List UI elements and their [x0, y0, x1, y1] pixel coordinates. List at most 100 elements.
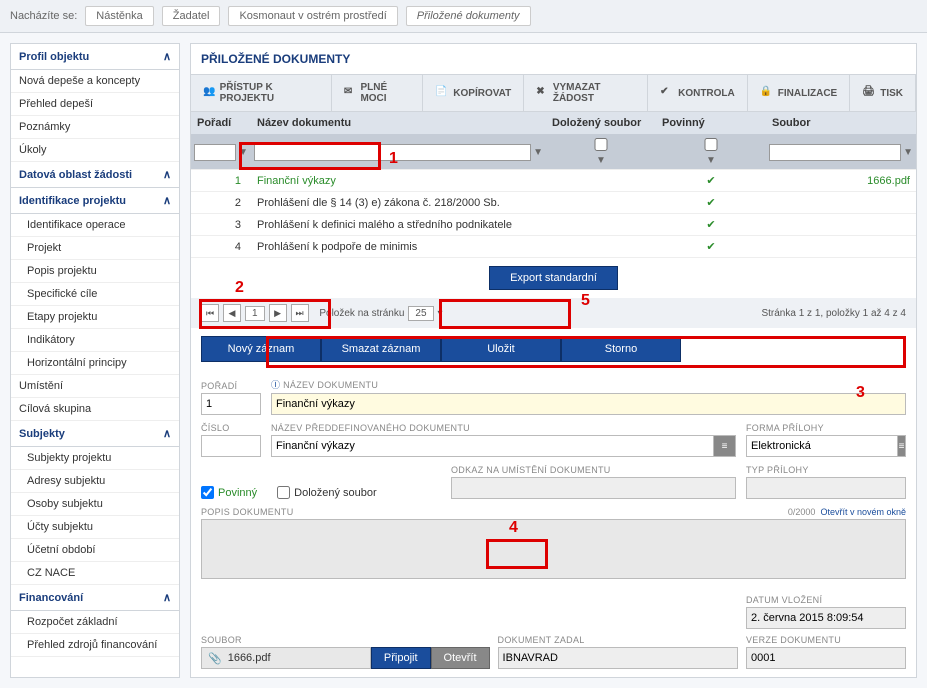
- pager-size[interactable]: 25: [408, 306, 433, 321]
- funnel-icon[interactable]: ▼: [903, 147, 913, 158]
- col-attached[interactable]: Doložený soubor: [546, 112, 656, 135]
- check-icon: ✔: [660, 86, 674, 100]
- breadcrumb-item[interactable]: Nástěnka: [85, 6, 153, 26]
- chevron-up-icon: ∧: [163, 168, 171, 181]
- pager-page: 1: [245, 306, 265, 321]
- sidebar-item[interactable]: Účty subjektu: [11, 516, 179, 539]
- label-typ: TYP PŘÍLOHY: [746, 465, 906, 475]
- sidebar-item[interactable]: Účetní období: [11, 539, 179, 562]
- input-cislo[interactable]: [201, 435, 261, 457]
- chk-povinny: Povinný: [201, 486, 257, 499]
- input-typ[interactable]: [746, 477, 906, 499]
- label-cislo: ČÍSLO: [201, 423, 261, 433]
- funnel-icon[interactable]: ▼: [533, 147, 543, 158]
- sidebar-group[interactable]: Profil objektu∧: [11, 44, 179, 70]
- pager-next[interactable]: ▶: [269, 304, 287, 322]
- pager-first[interactable]: ⏮: [201, 304, 219, 322]
- filter-file[interactable]: [769, 144, 901, 161]
- popis-open[interactable]: Otevřít v novém okně: [820, 507, 906, 517]
- pager-info: Stránka 1 z 1, položky 1 až 4 z 4: [761, 308, 906, 319]
- label-nazev: NÁZEV DOKUMENTU: [271, 378, 906, 391]
- input-poradi[interactable]: [201, 393, 261, 415]
- filter-attached[interactable]: [549, 138, 653, 151]
- sidebar-item[interactable]: Nová depeše a koncepty: [11, 70, 179, 93]
- save-button[interactable]: Uložit: [441, 336, 561, 362]
- sidebar-item[interactable]: Poznámky: [11, 116, 179, 139]
- delete-button[interactable]: Smazat záznam: [321, 336, 441, 362]
- col-required[interactable]: Povinný: [656, 112, 766, 135]
- sidebar-item[interactable]: Identifikace operace: [11, 214, 179, 237]
- input-nazev[interactable]: [271, 393, 906, 415]
- annotation-4: 4: [509, 519, 518, 537]
- popis-count: 0/2000: [788, 507, 816, 517]
- col-file[interactable]: Soubor: [766, 112, 916, 135]
- sidebar-item[interactable]: Osoby subjektu: [11, 493, 179, 516]
- cancel-button[interactable]: Storno: [561, 336, 681, 362]
- toolbar-delete[interactable]: ✖VYMAZAT ŽÁDOST: [524, 75, 648, 111]
- breadcrumb-item[interactable]: Kosmonaut v ostrém prostředí: [228, 6, 397, 26]
- col-name[interactable]: Název dokumentu: [251, 112, 546, 135]
- panel-title: PŘILOŽENÉ DOKUMENTY: [191, 44, 916, 75]
- col-order[interactable]: Pořadí: [191, 112, 251, 135]
- input-popis[interactable]: [201, 519, 906, 579]
- pager-last[interactable]: ⏭: [291, 304, 309, 322]
- sidebar-item[interactable]: Etapy projektu: [11, 306, 179, 329]
- sidebar-item[interactable]: Specifické cíle: [11, 283, 179, 306]
- people-icon: 👥: [203, 86, 216, 100]
- breadcrumb-item[interactable]: Přiložené dokumenty: [406, 6, 531, 26]
- toolbar: 👥PŘÍSTUP K PROJEKTU ✉PLNÉ MOCI 📄KOPÍROVA…: [191, 75, 916, 112]
- sidebar-item[interactable]: Popis projektu: [11, 260, 179, 283]
- table-row[interactable]: 1Finanční výkazy✔1666.pdf: [191, 170, 916, 192]
- new-button[interactable]: Nový záznam: [201, 336, 321, 362]
- sidebar-item[interactable]: Subjekty projektu: [11, 447, 179, 470]
- toolbar-copy[interactable]: 📄KOPÍROVAT: [423, 75, 524, 111]
- breadcrumb-item[interactable]: Žadatel: [162, 6, 221, 26]
- label-verze: VERZE DOKUMENTU: [746, 635, 906, 645]
- funnel-icon[interactable]: ▼: [706, 155, 716, 166]
- filter-order[interactable]: [194, 144, 236, 161]
- sidebar-item[interactable]: Horizontální principy: [11, 352, 179, 375]
- sidebar-group[interactable]: Identifikace projektu∧: [11, 188, 179, 214]
- label-datum: DATUM VLOŽENÍ: [746, 595, 906, 605]
- chk-dolozeny: Doložený soubor: [277, 486, 377, 499]
- sidebar-item[interactable]: Adresy subjektu: [11, 470, 179, 493]
- toolbar-access[interactable]: 👥PŘÍSTUP K PROJEKTU: [191, 75, 332, 111]
- funnel-icon[interactable]: ▼: [596, 155, 606, 166]
- toolbar-poa[interactable]: ✉PLNÉ MOCI: [332, 75, 423, 111]
- sidebar-group[interactable]: Financování∧: [11, 585, 179, 611]
- picker-forma[interactable]: ≡: [898, 435, 906, 457]
- open-file-button[interactable]: Otevřít: [431, 647, 490, 669]
- sidebar-item[interactable]: Cílová skupina: [11, 398, 179, 421]
- sidebar-item[interactable]: Přehled zdrojů financování: [11, 634, 179, 657]
- attach-button[interactable]: Připojit: [371, 647, 431, 669]
- annotation-3: 3: [856, 384, 865, 402]
- label-poradi: POŘADÍ: [201, 381, 261, 391]
- input-preddef[interactable]: [271, 435, 714, 457]
- sidebar-item[interactable]: Indikátory: [11, 329, 179, 352]
- sidebar-item[interactable]: Projekt: [11, 237, 179, 260]
- filter-required[interactable]: [659, 138, 763, 151]
- label-odkaz: ODKAZ NA UMÍSTĚNÍ DOKUMENTU: [451, 465, 736, 475]
- sidebar-item[interactable]: Úkoly: [11, 139, 179, 162]
- input-forma[interactable]: [746, 435, 898, 457]
- sidebar-group[interactable]: Subjekty∧: [11, 421, 179, 447]
- picker-preddef[interactable]: ≡: [714, 435, 736, 457]
- sidebar-group[interactable]: Datová oblast žádosti∧: [11, 162, 179, 188]
- x-icon: ✖: [536, 86, 549, 100]
- table-row[interactable]: 2Prohlášení dle § 14 (3) e) zákona č. 21…: [191, 192, 916, 214]
- toolbar-print[interactable]: 🖨TISK: [850, 75, 916, 111]
- sidebar-item[interactable]: Rozpočet základní: [11, 611, 179, 634]
- sidebar-item[interactable]: Umístění: [11, 375, 179, 398]
- sidebar-item[interactable]: CZ NACE: [11, 562, 179, 585]
- toolbar-check[interactable]: ✔KONTROLA: [648, 75, 748, 111]
- file-icon: 📎: [208, 652, 222, 665]
- input-odkaz[interactable]: [451, 477, 736, 499]
- toolbar-finalize[interactable]: 🔒FINALIZACE: [748, 75, 850, 111]
- table-row[interactable]: 4Prohlášení k podpoře de minimis✔: [191, 236, 916, 258]
- funnel-icon[interactable]: ▼: [238, 147, 248, 158]
- annotation-5: 5: [581, 292, 590, 310]
- sidebar-item[interactable]: Přehled depeší: [11, 93, 179, 116]
- table-row[interactable]: 3Prohlášení k definici malého a středníh…: [191, 214, 916, 236]
- export-button[interactable]: Export standardní: [489, 266, 618, 290]
- pager-prev[interactable]: ◀: [223, 304, 241, 322]
